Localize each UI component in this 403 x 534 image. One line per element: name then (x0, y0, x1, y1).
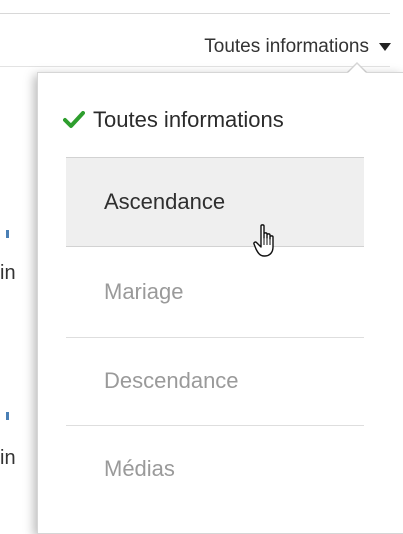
background-text-fragment: in (0, 262, 16, 284)
info-filter-dropdown[interactable]: Toutes informations (150, 33, 395, 61)
background-link-mark (6, 230, 9, 238)
dropdown-pointer-fill (347, 64, 367, 74)
menu-item-label: Ascendance (104, 189, 226, 214)
menu-item-label: Descendance (104, 367, 239, 393)
top-divider (0, 13, 390, 14)
menu-item-toutes-informations[interactable]: Toutes informations (63, 85, 361, 155)
menu-item-mariage: Mariage (66, 249, 364, 335)
menu-item-ascendance[interactable]: Ascendance (66, 157, 364, 247)
info-filter-label: Toutes informations (204, 36, 369, 57)
menu-item-medias: Médias (66, 425, 364, 511)
header-divider (0, 66, 390, 67)
background-text-fragment: in (0, 447, 16, 469)
menu-item-label: Médias (104, 455, 175, 481)
info-filter-menu: Toutes informations Ascendance Mariage D… (37, 72, 403, 534)
caret-down-icon (379, 43, 391, 51)
checkmark-icon (63, 111, 85, 128)
menu-item-label: Toutes informations (93, 107, 284, 132)
hand-pointer-icon (253, 224, 274, 257)
menu-item-label: Mariage (104, 279, 184, 304)
menu-item-descendance: Descendance (66, 337, 364, 423)
background-link-mark (6, 412, 9, 420)
